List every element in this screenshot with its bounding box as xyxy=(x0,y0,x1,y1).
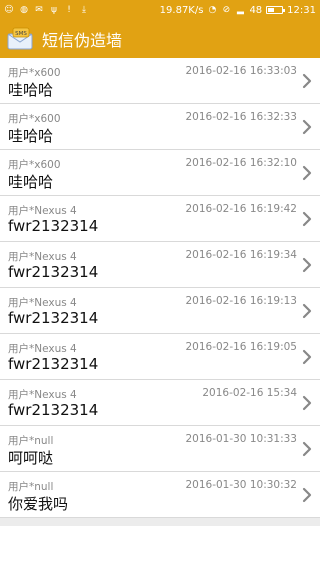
chevron-right-icon xyxy=(302,395,312,411)
message-row[interactable]: 用户*x600 2016-02-16 16:32:10 哇哈哈 xyxy=(0,150,320,196)
message-text: fwr2132314 xyxy=(8,401,99,419)
chevron-right-icon xyxy=(302,257,312,273)
status-bar: ☺ ◍ ✉ ψ ! ⤓ 19.87K/s ◔ ⊘ ▂ 48 12:31 xyxy=(0,0,320,20)
message-row[interactable]: 用户*Nexus 4 2016-02-16 16:19:42 fwr2132314 xyxy=(0,196,320,242)
timestamp: 2016-02-16 16:32:33 xyxy=(185,111,297,123)
chevron-right-icon xyxy=(302,487,312,503)
sender-label: 用户*Nexus 4 xyxy=(8,343,77,355)
message-row[interactable]: 用户*null 2016-01-30 10:31:33 呵呵哒 xyxy=(0,426,320,472)
battery-percent: 48 xyxy=(249,4,263,16)
timestamp: 2016-01-30 10:30:32 xyxy=(185,479,297,491)
message-text: 你爱我吗 xyxy=(8,495,69,513)
message-text: 哇哈哈 xyxy=(8,127,54,145)
sender-label: 用户*Nexus 4 xyxy=(8,297,77,309)
notification-icon: ☺ xyxy=(4,5,14,15)
message-text: 哇哈哈 xyxy=(8,81,54,99)
message-row[interactable]: 用户*Nexus 4 2016-02-16 16:19:05 fwr2132314 xyxy=(0,334,320,380)
chevron-right-icon xyxy=(302,349,312,365)
timestamp: 2016-02-16 16:33:03 xyxy=(185,65,297,77)
signal-icon: ▂ xyxy=(236,5,244,15)
logo-text: SMS xyxy=(15,31,27,37)
sender-label: 用户*x600 xyxy=(8,113,61,125)
qq-icon: ◍ xyxy=(20,5,28,15)
clock: 12:31 xyxy=(287,4,316,16)
timestamp: 2016-02-16 16:19:34 xyxy=(185,249,297,261)
battery-icon xyxy=(266,6,286,14)
message-text: fwr2132314 xyxy=(8,309,99,327)
timestamp: 2016-02-16 16:32:10 xyxy=(185,157,297,169)
app-title: 短信伪造墙 xyxy=(42,31,123,50)
timestamp: 2016-02-16 16:19:05 xyxy=(185,341,297,353)
sender-label: 用户*x600 xyxy=(8,67,61,79)
sender-label: 用户*x600 xyxy=(8,159,61,171)
message-row[interactable]: 用户*x600 2016-02-16 16:32:33 哇哈哈 xyxy=(0,104,320,150)
no-signal-icon: ⊘ xyxy=(222,5,231,15)
envelope-logo-icon: SMS xyxy=(7,27,33,50)
message-list: 用户*x600 2016-02-16 16:33:03 哇哈哈 用户*x600 2016… xyxy=(0,58,320,518)
chevron-right-icon xyxy=(302,73,312,89)
wifi-icon: ◔ xyxy=(208,5,217,15)
message-text: 呵呵哒 xyxy=(8,449,54,467)
chevron-right-icon xyxy=(302,165,312,181)
message-row[interactable]: 用户*x600 2016-02-16 16:33:03 哇哈哈 xyxy=(0,58,320,104)
chevron-right-icon xyxy=(302,119,312,135)
network-speed: 19.87K/s xyxy=(159,4,204,16)
sender-label: 用户*Nexus 4 xyxy=(8,205,77,217)
timestamp: 2016-02-16 15:34 xyxy=(202,387,297,399)
alert-icon: ! xyxy=(67,5,71,15)
message-row[interactable]: 用户*Nexus 4 2016-02-16 16:19:13 fwr2132314 xyxy=(0,288,320,334)
message-text: 哇哈哈 xyxy=(8,173,54,191)
message-text: fwr2132314 xyxy=(8,217,99,235)
chevron-right-icon xyxy=(302,211,312,227)
sender-label: 用户*null xyxy=(8,481,54,493)
download-icon: ⤓ xyxy=(82,5,86,15)
message-row[interactable]: 用户*null 2016-01-30 10:30:32 你爱我吗 xyxy=(0,472,320,518)
timestamp: 2016-02-16 16:19:13 xyxy=(185,295,297,307)
chevron-right-icon xyxy=(302,441,312,457)
message-text: fwr2132314 xyxy=(8,355,99,373)
list-footer xyxy=(0,518,320,526)
timestamp: 2016-01-30 10:31:33 xyxy=(185,433,297,445)
timestamp: 2016-02-16 16:19:42 xyxy=(185,203,297,215)
sender-label: 用户*Nexus 4 xyxy=(8,389,77,401)
app-bar: SMS 短信伪造墙 xyxy=(0,20,320,58)
sender-label: 用户*Nexus 4 xyxy=(8,251,77,263)
chevron-right-icon xyxy=(302,303,312,319)
sender-label: 用户*null xyxy=(8,435,54,447)
sms-icon: ✉ xyxy=(35,5,43,15)
usb-icon: ψ xyxy=(51,5,57,15)
message-row[interactable]: 用户*Nexus 4 2016-02-16 16:19:34 fwr2132314 xyxy=(0,242,320,288)
message-text: fwr2132314 xyxy=(8,263,99,281)
message-row[interactable]: 用户*Nexus 4 2016-02-16 15:34 fwr2132314 xyxy=(0,380,320,426)
